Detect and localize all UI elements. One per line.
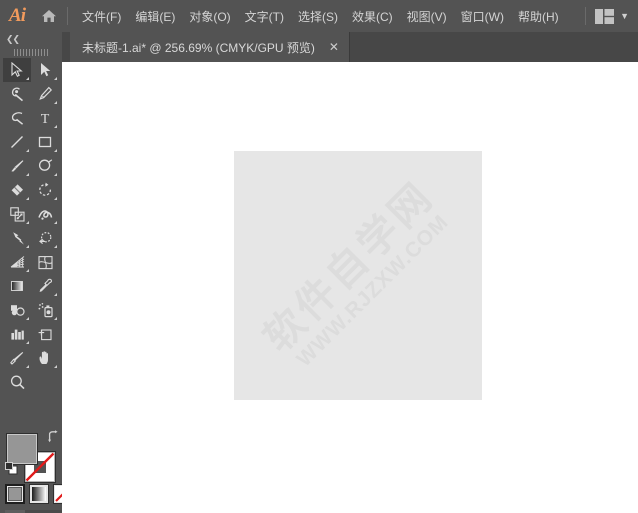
- eraser-tool[interactable]: [3, 178, 31, 202]
- fill-swatch[interactable]: [7, 434, 37, 464]
- tool-flyout-indicator: [54, 365, 57, 368]
- watermark-line-url: WWW.RJZXW.COM: [292, 209, 454, 371]
- document-tab-bar: 未标题-1.ai* @ 256.69% (CMYK/GPU 预览) ✕: [62, 32, 638, 62]
- watermark-line-cn: 软件自学网: [255, 172, 444, 361]
- eyedropper-tool[interactable]: [31, 274, 59, 298]
- tool-flyout-indicator: [54, 221, 57, 224]
- rectangle-tool[interactable]: [31, 130, 59, 154]
- column-graph-tool[interactable]: [3, 322, 31, 346]
- home-icon[interactable]: [34, 0, 64, 32]
- menu-item-list: 文件(F) 编辑(E) 对象(O) 文字(T) 选择(S) 效果(C) 视图(V…: [75, 5, 566, 28]
- hand-tool[interactable]: [31, 346, 59, 370]
- default-fill-stroke-icon[interactable]: [5, 462, 18, 475]
- mesh-tool[interactable]: [31, 250, 59, 274]
- menu-edit[interactable]: 编辑(E): [128, 5, 182, 28]
- tool-flyout-indicator: [26, 269, 29, 272]
- watermark: 软件自学网 WWW.RJZXW.COM: [234, 151, 482, 400]
- tool-flyout-indicator: [26, 365, 29, 368]
- menu-bar-right: ▼: [582, 0, 632, 32]
- tool-flyout-indicator: [26, 221, 29, 224]
- document-tab[interactable]: 未标题-1.ai* @ 256.69% (CMYK/GPU 预览) ✕: [70, 32, 350, 62]
- tool-flyout-indicator: [54, 173, 57, 176]
- app-logo-icon: Ai: [9, 5, 26, 26]
- artboard[interactable]: 软件自学网 WWW.RJZXW.COM: [234, 151, 482, 400]
- tool-flyout-indicator: [54, 245, 57, 248]
- selection-tool[interactable]: [3, 58, 31, 82]
- menu-view[interactable]: 视图(V): [400, 5, 454, 28]
- menu-separator: [67, 7, 68, 25]
- tool-flyout-indicator: [26, 77, 29, 80]
- tool-flyout-indicator: [26, 317, 29, 320]
- tool-grid: T: [0, 58, 62, 394]
- zoom-tool[interactable]: [3, 370, 31, 394]
- direct-selection-tool[interactable]: [31, 58, 59, 82]
- width-tool[interactable]: [31, 202, 59, 226]
- paintbrush-tool[interactable]: [3, 154, 31, 178]
- illustrator-window: Ai 文件(F) 编辑(E) 对象(O) 文字(T) 选择(S) 效果(C) 视…: [0, 0, 638, 513]
- color-mode-swatch: [8, 487, 22, 501]
- tool-flyout-indicator: [54, 77, 57, 80]
- pen-tool[interactable]: [31, 82, 59, 106]
- line-segment-tool[interactable]: [3, 130, 31, 154]
- menu-help[interactable]: 帮助(H): [511, 5, 566, 28]
- tools-panel: ❮❮ T: [0, 32, 73, 513]
- svg-text:T: T: [41, 112, 50, 126]
- panel-drag-handle[interactable]: [0, 46, 62, 58]
- menu-bar: Ai 文件(F) 编辑(E) 对象(O) 文字(T) 选择(S) 效果(C) 视…: [0, 0, 638, 32]
- canvas-area[interactable]: 软件自学网 WWW.RJZXW.COM: [62, 62, 638, 513]
- tool-flyout-indicator: [54, 101, 57, 104]
- swap-fill-stroke-icon[interactable]: [46, 430, 59, 443]
- blend-tool[interactable]: [3, 298, 31, 322]
- close-icon[interactable]: ✕: [327, 40, 341, 54]
- color-mode-button[interactable]: [5, 484, 25, 504]
- menu-file[interactable]: 文件(F): [75, 5, 128, 28]
- tool-flyout-indicator: [54, 293, 57, 296]
- menu-object[interactable]: 对象(O): [182, 5, 237, 28]
- workspace-switcher-icon[interactable]: [593, 5, 615, 27]
- menu-select[interactable]: 选择(S): [291, 5, 345, 28]
- free-transform-tool[interactable]: [3, 226, 31, 250]
- chevron-down-icon[interactable]: ▼: [620, 11, 629, 21]
- gradient-mode-swatch: [32, 487, 46, 501]
- symbol-sprayer-tool[interactable]: [31, 298, 59, 322]
- perspective-grid-tool[interactable]: [3, 250, 31, 274]
- menu-effect[interactable]: 效果(C): [345, 5, 400, 28]
- tool-flyout-indicator: [54, 125, 57, 128]
- fill-stroke-controls: [5, 430, 59, 482]
- tool-flyout-indicator: [26, 149, 29, 152]
- tool-flyout-indicator: [26, 197, 29, 200]
- tool-flyout-indicator: [26, 341, 29, 344]
- color-controls: [0, 430, 73, 513]
- tool-flyout-indicator: [54, 149, 57, 152]
- gradient-tool[interactable]: [3, 274, 31, 298]
- shape-builder-tool[interactable]: [31, 226, 59, 250]
- artboard-tool[interactable]: [31, 322, 59, 346]
- curvature-tool[interactable]: [3, 106, 31, 130]
- grip-dots: [14, 48, 48, 56]
- menu-right-separator: [585, 7, 587, 25]
- document-tab-label: 未标题-1.ai* @ 256.69% (CMYK/GPU 预览): [82, 40, 315, 55]
- menu-type[interactable]: 文字(T): [238, 5, 291, 28]
- tool-flyout-indicator: [54, 197, 57, 200]
- menu-window[interactable]: 窗口(W): [454, 5, 511, 28]
- tools-panel-header: ❮❮: [0, 32, 62, 46]
- tool-flyout-indicator: [54, 317, 57, 320]
- collapse-panel-icon[interactable]: ❮❮: [6, 34, 20, 45]
- scale-tool[interactable]: [3, 202, 31, 226]
- tool-flyout-indicator: [26, 173, 29, 176]
- watermark-text: 软件自学网 WWW.RJZXW.COM: [255, 172, 459, 377]
- shaper-tool[interactable]: [31, 154, 59, 178]
- magic-wand-tool[interactable]: [3, 82, 31, 106]
- slice-tool[interactable]: [3, 346, 31, 370]
- rotate-tool[interactable]: [31, 178, 59, 202]
- type-tool[interactable]: T: [31, 106, 59, 130]
- gradient-mode-button[interactable]: [29, 484, 49, 504]
- tool-flyout-indicator: [26, 245, 29, 248]
